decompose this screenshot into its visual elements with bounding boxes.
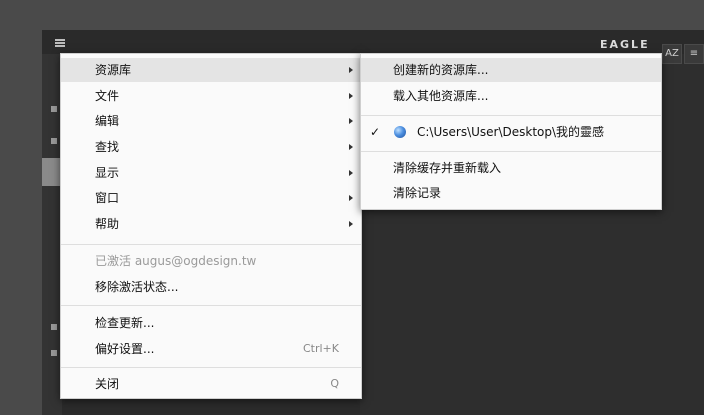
sidebar-mark — [51, 324, 57, 330]
menu-item-label: 清除缓存并重新载入 — [393, 161, 502, 175]
menu-item-label: 清除记录 — [393, 186, 442, 200]
menu-item-label: 创建新的资源库... — [393, 63, 489, 77]
menu-item-label: 关闭 — [95, 377, 120, 391]
library-path-label: C:\Users\User\Desktop\我的靈感 — [417, 125, 605, 139]
shortcut-label: Ctrl+K — [302, 342, 339, 355]
globe-icon — [394, 126, 406, 138]
menu-item-check-update[interactable]: 检查更新... — [61, 311, 361, 335]
menu-item-current-library[interactable]: ✓ C:\Users\User\Desktop\我的靈感 — [361, 120, 661, 144]
menu-item-close[interactable]: 关闭 Q — [61, 372, 361, 396]
menu-item-edit[interactable]: 编辑 — [61, 109, 361, 133]
sort-az-button[interactable]: AZ — [662, 44, 682, 64]
sidebar-mark — [51, 138, 57, 144]
menu-item-create-library[interactable]: 创建新的资源库... — [361, 58, 661, 82]
sidebar-mark — [51, 106, 57, 112]
library-submenu: 创建新的资源库... 载入其他资源库... ✓ C:\Users\User\De… — [360, 53, 662, 210]
menu-separator — [61, 367, 361, 368]
chevron-right-icon — [349, 170, 353, 176]
menu-item-library[interactable]: 资源库 — [61, 58, 361, 82]
shortcut-label: Q — [330, 377, 339, 390]
sidebar-selected-item[interactable] — [42, 158, 62, 186]
menu-item-clear-history[interactable]: 清除记录 — [361, 181, 661, 205]
chevron-right-icon — [349, 67, 353, 73]
menu-item-label: 显示 — [95, 166, 120, 180]
menu-separator — [61, 244, 361, 245]
menu-item-help[interactable]: 帮助 — [61, 212, 361, 236]
chevron-right-icon — [349, 144, 353, 150]
menu-item-load-library[interactable]: 载入其他资源库... — [361, 84, 661, 108]
menu-item-label: 移除激活状态... — [95, 280, 179, 294]
menu-item-file[interactable]: 文件 — [61, 84, 361, 108]
titlebar: EAGLE — [42, 30, 704, 54]
menu-item-label: 窗口 — [95, 191, 120, 205]
menu-item-label: 帮助 — [95, 217, 120, 231]
menu-item-activated-account: 已激活 augus@ogdesign.tw — [61, 249, 361, 273]
sidebar-mark — [51, 350, 57, 356]
chevron-right-icon — [349, 195, 353, 201]
menu-item-label: 资源库 — [95, 63, 132, 77]
chevron-right-icon — [349, 93, 353, 99]
menu-separator — [361, 151, 661, 152]
chevron-right-icon — [349, 118, 353, 124]
menu-item-clear-cache[interactable]: 清除缓存并重新载入 — [361, 156, 661, 180]
check-icon: ✓ — [370, 125, 381, 139]
menu-separator — [361, 115, 661, 116]
menu-item-label: 编辑 — [95, 114, 120, 128]
menu-item-label: 检查更新... — [95, 316, 155, 330]
menu-item-preferences[interactable]: 偏好设置... Ctrl+K — [61, 337, 361, 361]
menu-item-label: 偏好设置... — [95, 342, 155, 356]
menu-item-label: 查找 — [95, 140, 120, 154]
menu-item-label: 文件 — [95, 89, 120, 103]
menu-item-label: 载入其他资源库... — [393, 89, 489, 103]
menu-item-label: 已激活 augus@ogdesign.tw — [95, 254, 257, 268]
filter-button[interactable]: ≡ — [684, 44, 704, 64]
sidebar — [42, 54, 62, 415]
hamburger-menu-icon[interactable] — [55, 39, 65, 47]
app-title: EAGLE — [600, 38, 650, 51]
main-menu: 资源库 文件 编辑 查找 显示 窗口 帮助 已激活 augus@ogdesign… — [60, 53, 362, 399]
menu-item-find[interactable]: 查找 — [61, 135, 361, 159]
menu-separator — [61, 305, 361, 306]
menu-item-view[interactable]: 显示 — [61, 161, 361, 185]
menu-item-window[interactable]: 窗口 — [61, 186, 361, 210]
chevron-right-icon — [349, 221, 353, 227]
menu-item-remove-activation[interactable]: 移除激活状态... — [61, 275, 361, 299]
